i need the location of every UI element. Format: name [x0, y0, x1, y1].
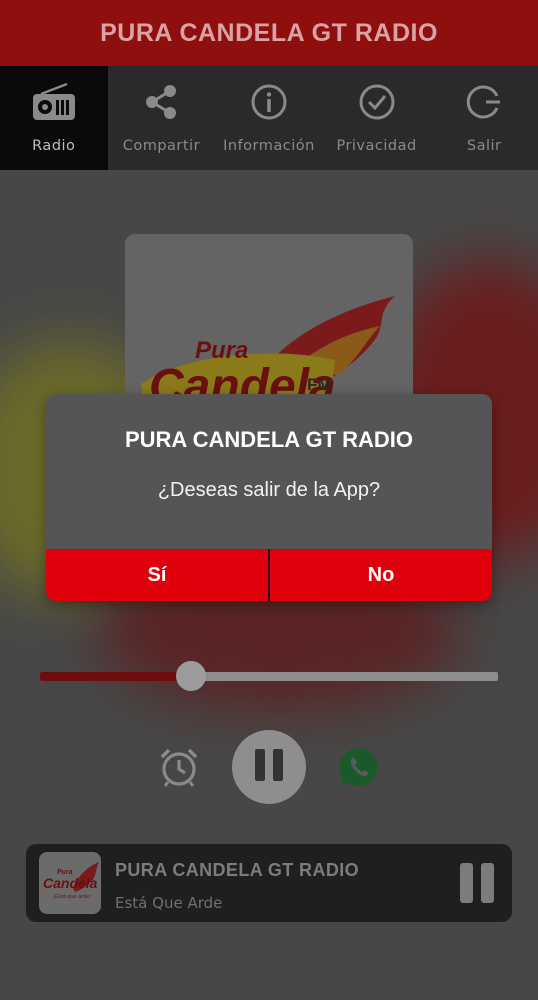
mini-logo-tagline: ¡Está que arde! [53, 894, 91, 900]
tab-informacion[interactable]: Información [215, 66, 323, 170]
mini-logo-text: Candela [43, 875, 98, 891]
mini-player-title: PURA CANDELA GT RADIO [115, 860, 360, 880]
mini-player-subtitle: Está Que Arde [115, 894, 223, 912]
play-pause-button[interactable] [232, 730, 306, 804]
dialog-title: PURA CANDELA GT RADIO [124, 427, 414, 452]
dialog-buttons: Sí No [46, 549, 492, 601]
tab-label: Radio [32, 138, 76, 154]
dialog-message: ¿Deseas salir de la App? [157, 479, 381, 501]
pause-icon [460, 863, 473, 903]
pause-icon [481, 863, 494, 903]
tab-bar: Radio Compartir Información Privacidad S… [0, 66, 538, 170]
logo-band: FM [307, 375, 332, 394]
radio-icon [31, 80, 77, 124]
no-button[interactable]: No [270, 549, 492, 601]
alarm-button[interactable] [156, 746, 202, 792]
alarm-clock-icon [158, 746, 200, 793]
exit-dialog: PURA CANDELA GT RADIO ¿Deseas salir de l… [46, 394, 492, 601]
tab-label: Compartir [122, 138, 201, 154]
tab-radio[interactable]: Radio [0, 66, 108, 170]
check-circle-icon [354, 80, 400, 124]
app-title: PURA CANDELA GT RADIO [100, 18, 438, 47]
tab-label: Salir [466, 138, 502, 154]
mini-player[interactable]: Pura Candela ¡Está que arde! PURA CANDEL… [26, 844, 512, 922]
tab-salir[interactable]: Salir [430, 66, 538, 170]
slider-thumb[interactable] [176, 661, 207, 691]
whatsapp-icon [337, 745, 381, 794]
mini-artwork: Pura Candela ¡Está que arde! [39, 852, 101, 914]
tab-compartir[interactable]: Compartir [108, 66, 216, 170]
tab-label: Información [223, 138, 315, 154]
slider-fill [40, 672, 192, 681]
whatsapp-button[interactable] [336, 746, 382, 792]
yes-button[interactable]: Sí [46, 549, 268, 601]
pause-icon [253, 748, 285, 787]
mini-pause-button[interactable] [460, 863, 494, 903]
app-bar: PURA CANDELA GT RADIO [0, 0, 538, 66]
tab-label: Privacidad [336, 138, 417, 154]
exit-icon [461, 80, 507, 124]
progress-slider[interactable] [40, 661, 498, 691]
share-icon [138, 80, 184, 124]
tab-privacidad[interactable]: Privacidad [323, 66, 431, 170]
info-icon [246, 80, 292, 124]
